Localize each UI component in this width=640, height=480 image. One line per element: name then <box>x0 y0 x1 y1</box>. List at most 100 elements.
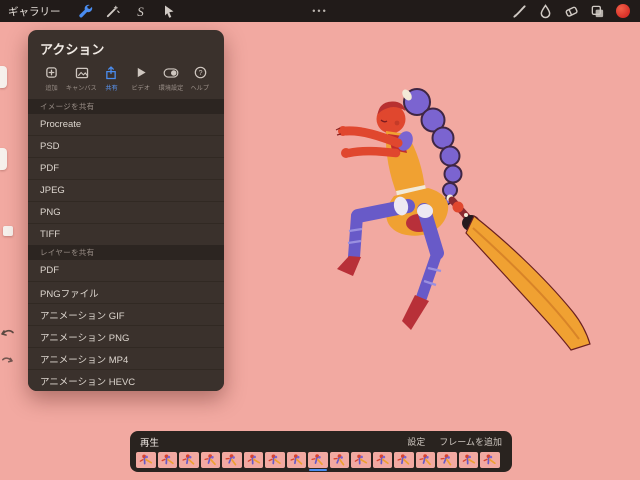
video-icon <box>135 65 147 80</box>
frame-art <box>203 454 216 466</box>
undo-icon <box>1 329 14 336</box>
share-item-png[interactable]: アニメーション PNG <box>28 326 224 348</box>
share-item-pdf[interactable]: PDF <box>28 158 224 180</box>
frame-thumb-10[interactable] <box>329 452 349 468</box>
frame-art <box>397 454 410 465</box>
color-button[interactable] <box>610 0 636 22</box>
adjustments-wand-icon <box>106 5 120 17</box>
frame-thumb-6[interactable] <box>243 452 263 468</box>
adjustments-button[interactable] <box>99 0 127 22</box>
redo-icon <box>2 357 13 363</box>
tab-canvas[interactable]: キャンバス <box>66 65 97 92</box>
frame-art <box>161 454 174 465</box>
share-item-procreate[interactable]: Procreate <box>28 114 224 136</box>
actions-panel: アクション 追加 キャンバス 共有 ビデオ 環境設定 ? ヘルプ イメージを共有… <box>28 30 224 391</box>
share-item-hevc[interactable]: アニメーション HEVC <box>28 370 224 391</box>
frame-thumb-9[interactable] <box>308 452 328 471</box>
canvas-icon <box>75 65 89 80</box>
redo-button[interactable] <box>1 353 13 371</box>
share-item-mp4[interactable]: アニメーション MP4 <box>28 348 224 370</box>
eraser-icon <box>565 6 578 17</box>
help-icon: ? <box>194 65 207 80</box>
gallery-button[interactable]: ギャラリー <box>8 4 61 19</box>
tab-preferences[interactable]: 環境設定 <box>156 65 186 92</box>
share-item-psd[interactable]: PSD <box>28 136 224 158</box>
frame-art <box>247 454 260 465</box>
layers-button[interactable] <box>584 0 610 22</box>
eraser-button[interactable] <box>558 0 584 22</box>
selection-button[interactable]: S <box>127 0 155 22</box>
share-item-pdf[interactable]: PDF <box>28 260 224 282</box>
top-toolbar: ギャラリー S ••• <box>0 0 640 22</box>
frame-art <box>376 454 389 465</box>
character-illustration <box>335 88 591 351</box>
frame-thumb-4[interactable] <box>200 452 220 468</box>
frame-thumb-12[interactable] <box>372 452 392 468</box>
undo-button[interactable] <box>1 327 15 345</box>
timeline-header: 再生 設定 フレームを追加 <box>130 431 512 449</box>
frame-art <box>139 454 153 465</box>
tab-share[interactable]: 共有 <box>97 65 127 92</box>
frame-art <box>483 454 496 465</box>
animation-timeline: 再生 設定 フレームを追加 <box>130 431 512 472</box>
frame-thumb-14[interactable] <box>415 452 435 468</box>
brush-button[interactable] <box>506 0 532 22</box>
frame-art <box>462 454 475 465</box>
frame-art <box>354 454 368 465</box>
actions-panel-title: アクション <box>40 42 105 57</box>
share-item-png[interactable]: PNGファイル <box>28 282 224 304</box>
frame-art <box>225 454 237 466</box>
frame-thumb-8[interactable] <box>286 452 306 468</box>
share-item-png[interactable]: PNG <box>28 202 224 224</box>
frame-art <box>311 454 323 466</box>
frame-thumb-17[interactable] <box>480 452 500 468</box>
canvas-options-button[interactable]: ••• <box>312 6 327 16</box>
layers-icon <box>591 5 603 17</box>
section-header-share-image: イメージを共有 <box>28 99 224 114</box>
actions-wrench-icon <box>78 4 92 18</box>
frame-thumb-7[interactable] <box>265 452 285 468</box>
frame-thumb-1[interactable] <box>136 452 156 468</box>
brush-size-slider[interactable] <box>0 66 7 88</box>
tab-help[interactable]: ? ヘルプ <box>185 65 215 92</box>
layer-share-list: PDF PNGファイル アニメーション GIF アニメーション PNG アニメーション … <box>28 260 224 391</box>
opacity-slider[interactable] <box>0 148 7 170</box>
selection-s-icon: S <box>137 3 144 19</box>
frame-art <box>182 454 195 465</box>
play-button[interactable]: 再生 <box>140 435 159 449</box>
preferences-icon <box>163 65 179 80</box>
color-swatch <box>616 4 630 18</box>
actions-button[interactable] <box>71 0 99 22</box>
frame-art <box>268 454 281 465</box>
paint-tools-group <box>506 0 636 22</box>
frame-art <box>418 454 431 466</box>
frame-thumb-5[interactable] <box>222 452 242 468</box>
tab-video[interactable]: ビデオ <box>126 65 156 92</box>
frame-thumb-3[interactable] <box>179 452 199 468</box>
frame-thumb-15[interactable] <box>437 452 457 468</box>
smudge-button[interactable] <box>532 0 558 22</box>
add-icon <box>45 65 58 80</box>
transform-arrow-icon <box>164 5 173 18</box>
frame-thumb-13[interactable] <box>394 452 414 468</box>
image-share-list: Procreate PSD PDF JPEG PNG TIFF <box>28 114 224 245</box>
section-header-share-layers: レイヤーを共有 <box>28 245 224 260</box>
brush-icon <box>512 4 526 18</box>
frame-thumb-16[interactable] <box>458 452 478 468</box>
share-item-jpeg[interactable]: JPEG <box>28 180 224 202</box>
frame-thumb-2[interactable] <box>157 452 177 468</box>
modify-button[interactable] <box>3 226 13 236</box>
smudge-icon <box>540 3 550 18</box>
frame-strip <box>130 449 512 471</box>
timeline-settings-button[interactable]: 設定 <box>407 435 425 448</box>
actions-tab-bar: 追加 キャンバス 共有 ビデオ 環境設定 ? ヘルプ <box>28 62 224 99</box>
frame-thumb-11[interactable] <box>351 452 371 468</box>
svg-text:?: ? <box>198 70 202 77</box>
tab-add[interactable]: 追加 <box>37 65 67 92</box>
frame-art <box>289 454 302 465</box>
share-icon <box>105 65 117 80</box>
share-item-gif[interactable]: アニメーション GIF <box>28 304 224 326</box>
share-item-tiff[interactable]: TIFF <box>28 224 224 245</box>
add-frame-button[interactable]: フレームを追加 <box>439 435 502 448</box>
transform-button[interactable] <box>155 0 183 22</box>
